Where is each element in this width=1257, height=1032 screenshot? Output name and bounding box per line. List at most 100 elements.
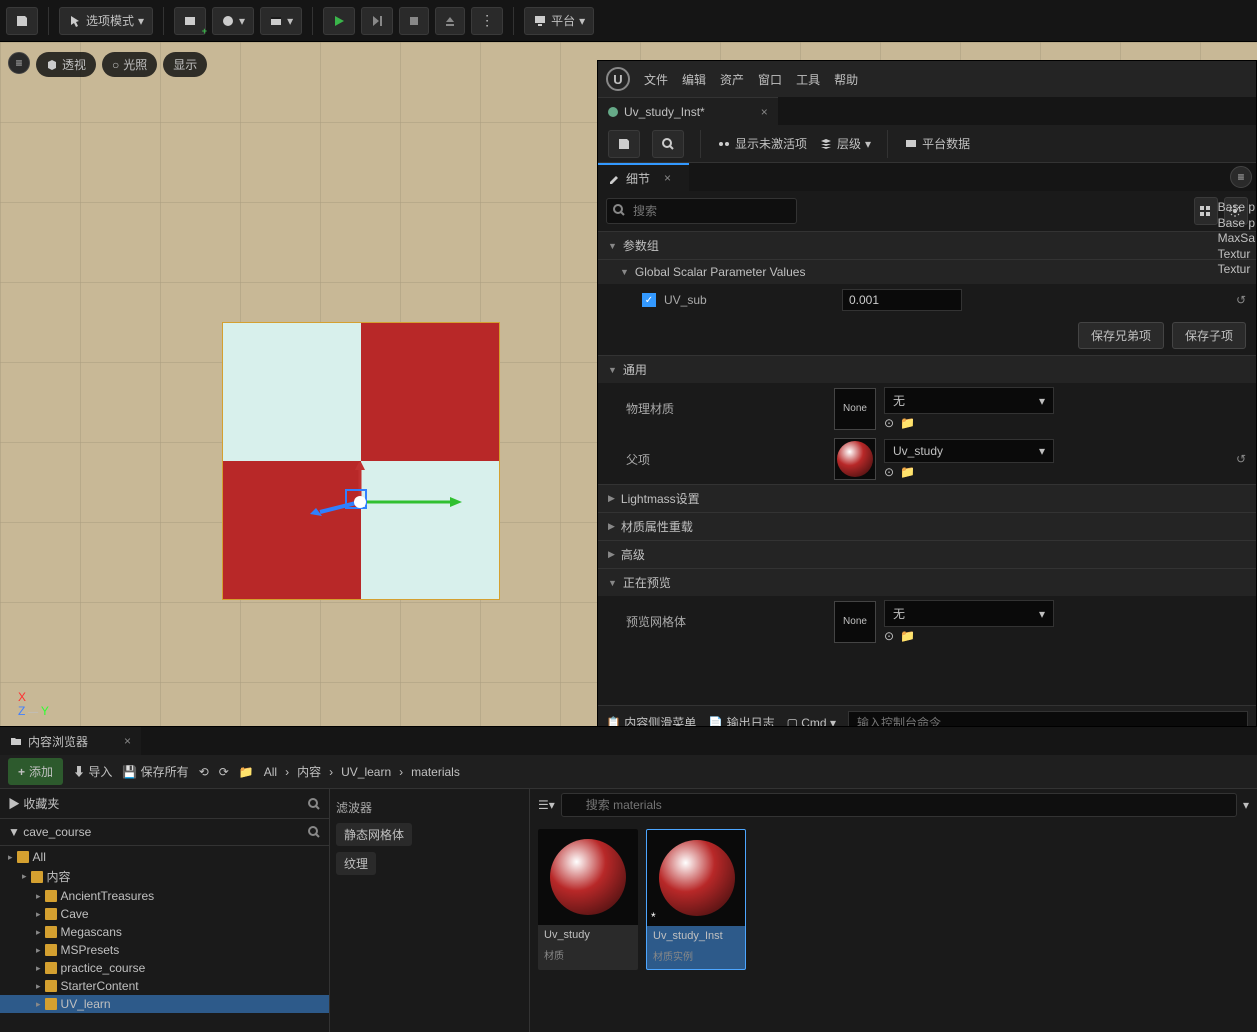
- menu-asset[interactable]: 资产: [720, 71, 744, 88]
- tree-item[interactable]: ▸StarterContent: [0, 977, 329, 995]
- menu-tools[interactable]: 工具: [796, 71, 820, 88]
- uv-sub-value-input[interactable]: [842, 289, 962, 311]
- menu-edit[interactable]: 编辑: [682, 71, 706, 88]
- view-options-button[interactable]: [1194, 197, 1218, 225]
- asset-card[interactable]: Uv_study材质: [538, 829, 638, 970]
- stop-button[interactable]: [399, 7, 429, 35]
- tab-close-icon[interactable]: ×: [124, 734, 131, 748]
- menu-help[interactable]: 帮助: [834, 71, 858, 88]
- platform-dropdown[interactable]: 平台 ▾: [524, 7, 594, 35]
- save-all-button[interactable]: 💾 保存所有: [122, 763, 188, 780]
- tree-item[interactable]: ▸Megascans: [0, 923, 329, 941]
- tree-item[interactable]: ▸AncientTreasures: [0, 887, 329, 905]
- layers-dropdown[interactable]: 层级▾: [819, 135, 871, 152]
- section-general[interactable]: ▼通用: [598, 355, 1256, 383]
- tab-close-icon[interactable]: ×: [761, 105, 768, 119]
- breadcrumb-item[interactable]: materials: [411, 765, 460, 779]
- asset-search-input[interactable]: [561, 793, 1237, 817]
- section-param-group[interactable]: ▼参数组: [598, 231, 1256, 259]
- folder-up-icon[interactable]: 📁: [239, 765, 254, 779]
- breadcrumb-item[interactable]: All: [264, 765, 277, 779]
- tree-item[interactable]: ▸内容: [0, 866, 329, 887]
- section-previewing[interactable]: ▼正在预览: [598, 568, 1256, 596]
- use-asset-icon[interactable]: ⊙: [884, 629, 894, 643]
- history-back-button[interactable]: ⟲: [199, 765, 209, 779]
- breadcrumb-item[interactable]: 内容: [297, 763, 321, 780]
- material-instance-editor: U 文件 编辑 资产 窗口 工具 帮助 Uv_study_Inst* × 显示未…: [597, 60, 1257, 740]
- preview-mesh-dropdown[interactable]: 无▾: [884, 600, 1054, 627]
- save-sibling-button[interactable]: 保存兄弟项: [1078, 322, 1164, 349]
- details-tab-close[interactable]: ×: [656, 171, 679, 185]
- phys-material-label: 物理材质: [626, 400, 826, 417]
- pointer-icon: [68, 14, 82, 28]
- phys-material-thumb[interactable]: None: [834, 388, 876, 430]
- axis-indicator: X Z — Y: [18, 690, 49, 718]
- filter-pill[interactable]: 纹理: [336, 852, 376, 875]
- save-child-button[interactable]: 保存子项: [1172, 322, 1246, 349]
- browse-icon[interactable]: 📁: [900, 465, 915, 479]
- details-search-input[interactable]: [606, 198, 797, 224]
- mode-dropdown[interactable]: 选项模式 ▾: [59, 7, 153, 35]
- asset-tab-title: Uv_study_Inst*: [624, 105, 705, 119]
- reset-icon[interactable]: ↺: [1236, 452, 1246, 466]
- add-content-button[interactable]: +: [174, 7, 206, 35]
- favorites-header[interactable]: ▶ 收藏夹: [0, 789, 329, 819]
- tree-item[interactable]: ▸practice_course: [0, 959, 329, 977]
- reset-icon[interactable]: ↺: [1236, 293, 1246, 307]
- tree-item[interactable]: ▸Cave: [0, 905, 329, 923]
- menu-window[interactable]: 窗口: [758, 71, 782, 88]
- selected-mesh[interactable]: [222, 322, 500, 600]
- tree-item[interactable]: ▸UV_learn: [0, 995, 329, 1013]
- phys-material-dropdown[interactable]: 无▾: [884, 387, 1054, 414]
- content-browser: 内容浏览器 × +添加 ⬇ 导入 💾 保存所有 ⟲ ⟳ 📁 All› 内容› U…: [0, 726, 1257, 1031]
- uv-sub-checkbox[interactable]: ✓: [642, 293, 656, 307]
- marketplace-button[interactable]: ▾: [212, 7, 254, 35]
- platform-data-button[interactable]: 平台数据: [904, 135, 970, 152]
- import-button[interactable]: ⬇ 导入: [73, 763, 112, 780]
- content-browser-tab[interactable]: 内容浏览器 ×: [0, 727, 141, 755]
- use-asset-icon[interactable]: ⊙: [884, 465, 894, 479]
- save-button[interactable]: [6, 7, 38, 35]
- breadcrumb-item[interactable]: UV_learn: [341, 765, 391, 779]
- cinematics-button[interactable]: ▾: [260, 7, 302, 35]
- asset-tab[interactable]: Uv_study_Inst* ×: [598, 97, 778, 125]
- breadcrumb: All› 内容› UV_learn› materials: [264, 763, 460, 780]
- add-button[interactable]: +添加: [8, 758, 63, 785]
- details-tab[interactable]: 细节 ×: [598, 163, 689, 191]
- section-material-override[interactable]: ▶材质属性重载: [598, 512, 1256, 540]
- history-fwd-button[interactable]: ⟳: [219, 765, 229, 779]
- play-button[interactable]: [323, 7, 355, 35]
- browse-icon[interactable]: 📁: [900, 629, 915, 643]
- search-icon: [612, 203, 626, 217]
- section-lightmass[interactable]: ▶Lightmass设置: [598, 484, 1256, 512]
- chevron-down-icon: ▾: [138, 14, 144, 28]
- parent-label: 父项: [626, 451, 826, 468]
- tree-item[interactable]: ▸All: [0, 848, 329, 866]
- view-dropdown[interactable]: ▾: [1243, 798, 1249, 812]
- editor-save-button[interactable]: [608, 130, 640, 158]
- browse-asset-button[interactable]: [652, 130, 684, 158]
- parent-dropdown[interactable]: Uv_study▾: [884, 439, 1054, 463]
- filter-button[interactable]: ☰▾: [538, 798, 555, 812]
- monitor-icon: [533, 14, 547, 28]
- browse-icon[interactable]: 📁: [900, 416, 915, 430]
- menu-file[interactable]: 文件: [644, 71, 668, 88]
- editor-menubar: U 文件 编辑 资产 窗口 工具 帮助: [598, 61, 1256, 97]
- ue-logo-icon: U: [606, 67, 630, 91]
- section-global-scalar[interactable]: ▼Global Scalar Parameter Values: [598, 259, 1256, 284]
- step-button[interactable]: [361, 7, 393, 35]
- show-inactive-toggle[interactable]: 显示未激活项: [717, 135, 807, 152]
- parent-thumb[interactable]: [834, 438, 876, 480]
- source-header[interactable]: ▼ cave_course: [0, 819, 329, 846]
- pencil-icon: [608, 172, 620, 184]
- section-advanced[interactable]: ▶高级: [598, 540, 1256, 568]
- use-asset-icon[interactable]: ⊙: [884, 416, 894, 430]
- eject-button[interactable]: [435, 7, 465, 35]
- asset-card[interactable]: *Uv_study_Inst材质实例: [646, 829, 746, 970]
- play-options-button[interactable]: ⋮: [471, 7, 503, 35]
- panel-menu-button[interactable]: ≡: [1230, 166, 1252, 188]
- preview-mesh-thumb[interactable]: None: [834, 601, 876, 643]
- tree-item[interactable]: ▸MSPresets: [0, 941, 329, 959]
- uv-sub-label: UV_sub: [664, 293, 834, 307]
- filter-pill[interactable]: 静态网格体: [336, 823, 412, 846]
